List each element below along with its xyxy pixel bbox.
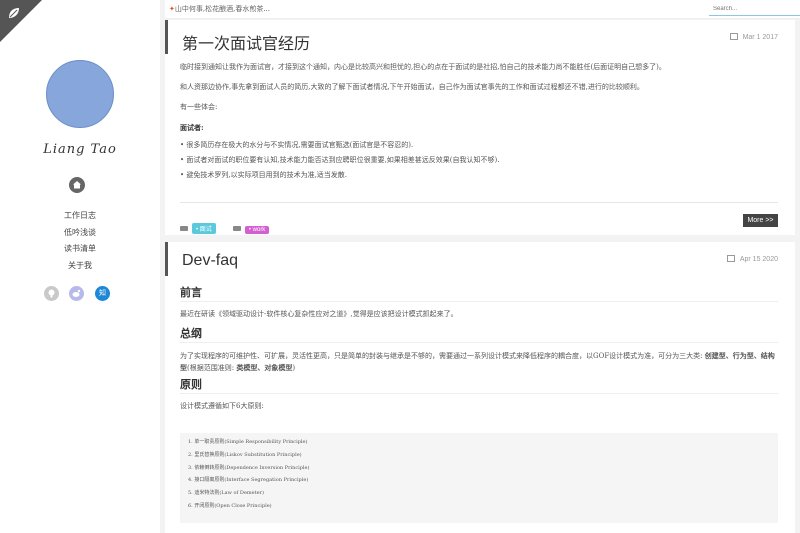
post-body: 临时接到通知让我作为面试官，才接到这个通知，内心是比较高兴和担忧的,担心的点在于… bbox=[180, 63, 778, 180]
post-date-text: Apr 15 2020 bbox=[739, 256, 778, 263]
tag-work[interactable]: • work bbox=[244, 226, 270, 234]
divider bbox=[180, 202, 778, 203]
post-date-text: Mar 1 2017 bbox=[742, 34, 778, 41]
principles-block: 1. 单一职责原则(Simple Responsibility Principl… bbox=[180, 433, 778, 523]
leaf-icon[interactable] bbox=[7, 6, 21, 20]
calendar-icon bbox=[729, 33, 738, 40]
tag-list: • 面试 • work bbox=[180, 216, 270, 235]
paragraph: 为了实现程序的可维护性、可扩展，灵活性更高，只是简单的封装与继承是不够的，需要通… bbox=[180, 350, 778, 374]
post-title[interactable]: 第一次面试官经历 bbox=[182, 30, 310, 54]
nav-item-work-log[interactable]: 工作日志 bbox=[0, 208, 160, 225]
heading-underline bbox=[180, 301, 778, 302]
title-accent-bar bbox=[165, 20, 168, 54]
subheading: 面试者: bbox=[180, 123, 204, 132]
search-input[interactable] bbox=[709, 3, 800, 16]
post-title[interactable]: Dev-faq bbox=[182, 252, 238, 270]
paragraph: 有一些体会: bbox=[180, 103, 218, 111]
calendar-icon bbox=[726, 255, 735, 262]
list-item: • 面试者对面试的职位要有认知,技术能力能否达到应聘职位很重要,如果相差甚远反效… bbox=[180, 156, 500, 164]
list-item: 3. 依赖倒转原则(Dependence Inversion Principle… bbox=[188, 464, 310, 471]
top-bar: ✦山中何事,松花酿酒,春水煎茶... bbox=[165, 0, 800, 19]
more-button[interactable]: More >> bbox=[743, 214, 778, 227]
nav-item-about[interactable]: 关于我 bbox=[0, 258, 160, 275]
paragraph: 和人资那边协作,事先拿到面试人员的简历,大致的了解下面试者情况,下午开始面试，自… bbox=[180, 83, 644, 91]
paragraph: 临时接到通知让我作为面试官，才接到这个通知，内心是比较高兴和担忧的,担心的点在于… bbox=[180, 63, 666, 71]
nav-item-reading-list[interactable]: 读书清单 bbox=[0, 241, 160, 258]
text: ) bbox=[292, 364, 296, 372]
list-item: 4. 接口隔离原则(Interface Segregation Principl… bbox=[188, 477, 309, 484]
marquee-text: 山中何事,松花酿酒,春水煎茶... bbox=[174, 5, 271, 13]
paragraph: 最近在研读《领域驱动设计-软件核心复杂性应对之道》,觉得是应该把设计模式抓起来了… bbox=[180, 310, 458, 318]
tag-icon bbox=[232, 226, 241, 231]
nav-item-essays[interactable]: 低吟浅谈 bbox=[0, 225, 160, 242]
list-item: 6. 开闭原则(Open Close Principle) bbox=[188, 502, 272, 509]
home-icon[interactable] bbox=[69, 177, 85, 193]
bold-text: 类模型、对象模型 bbox=[236, 363, 293, 372]
principles-list: 1. 单一职责原则(Simple Responsibility Principl… bbox=[180, 433, 778, 513]
post-date: Mar 1 2017 bbox=[729, 33, 778, 41]
title-accent-bar bbox=[165, 242, 168, 276]
tag-icon bbox=[180, 226, 188, 231]
post-body: 前言 最近在研读《领域驱动设计-软件核心复杂性应对之道》,觉得是应该把设计模式抓… bbox=[180, 286, 778, 411]
list-item: • 很多简历存在极大的水分与不实情况,需要面试官甄选(面试官是不容忍的). bbox=[180, 141, 414, 149]
zhihu-icon[interactable]: 知 bbox=[95, 286, 110, 301]
sidebar: Liang Tao 工作日志 低吟浅谈 读书清单 关于我 知 bbox=[0, 0, 160, 533]
text: (根据范围准则: bbox=[187, 364, 237, 372]
github-icon[interactable] bbox=[44, 286, 59, 301]
sidebar-nav: 工作日志 低吟浅谈 读书清单 关于我 bbox=[0, 208, 160, 274]
heading-underline bbox=[180, 342, 778, 343]
post-card: Dev-faq Apr 15 2020 前言 最近在研读《领域驱动设计-软件核心… bbox=[165, 242, 795, 533]
heading-underline bbox=[180, 393, 778, 394]
section-heading: 原则 bbox=[180, 378, 202, 391]
marquee: ✦山中何事,松花酿酒,春水煎茶... bbox=[169, 4, 270, 14]
list-item: 1. 单一职责原则(Simple Responsibility Principl… bbox=[188, 439, 308, 445]
weibo-icon[interactable] bbox=[69, 286, 84, 301]
list-item: 5. 迪米特法则(Law of Demeter) bbox=[188, 490, 264, 497]
list-item: 2. 里氏替换原则(Liskov Substitution Principle) bbox=[188, 451, 302, 458]
paragraph: 设计模式遵循如下6大原则: bbox=[180, 402, 264, 410]
text: 为了实现程序的可维护性、可扩展，灵活性更高，只是简单的封装与继承是不够的，需要通… bbox=[180, 352, 705, 360]
section-heading: 前言 bbox=[180, 286, 202, 299]
post-card: 第一次面试官经历 Mar 1 2017 临时接到通知让我作为面试官，才接到这个通… bbox=[165, 20, 795, 235]
section-heading: 总纲 bbox=[180, 327, 202, 340]
tag-interview[interactable]: • 面试 bbox=[192, 223, 216, 234]
post-date: Apr 15 2020 bbox=[726, 255, 778, 263]
list-item: • 避免技术罗列,以实际项目用到的技术为准,适当发散. bbox=[180, 171, 348, 179]
avatar[interactable] bbox=[46, 60, 114, 128]
author-name: Liang Tao bbox=[43, 142, 117, 157]
